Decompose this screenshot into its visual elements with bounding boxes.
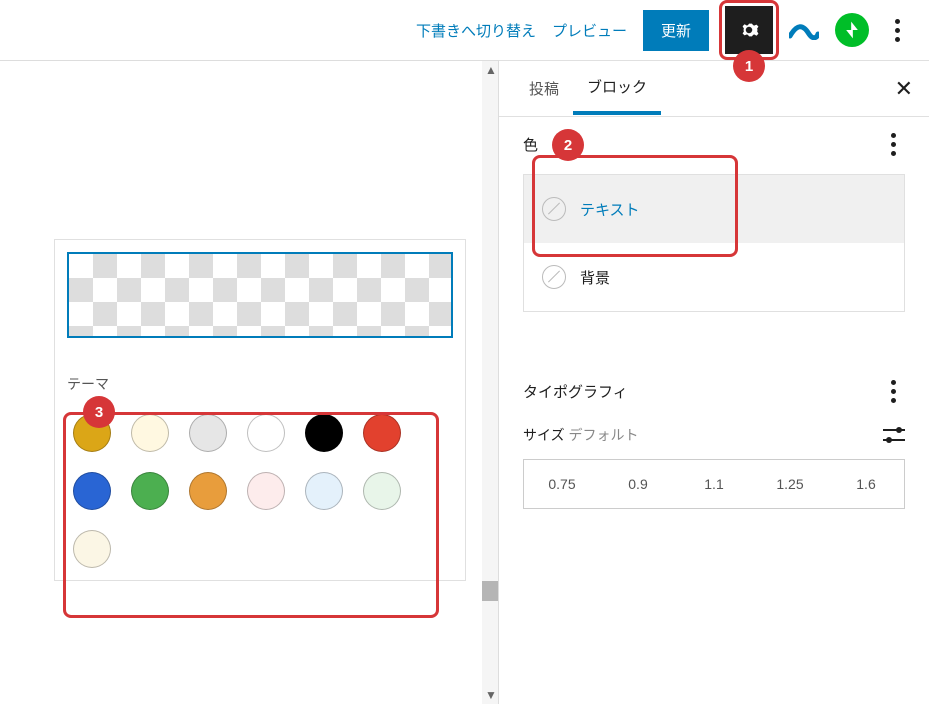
font-size-presets: 0.75 0.9 1.1 1.25 1.6 <box>523 459 905 509</box>
scroll-thumb[interactable] <box>482 581 498 601</box>
close-sidebar[interactable]: ✕ <box>895 76 913 102</box>
sliders-icon[interactable] <box>883 426 905 444</box>
annotation-3: 3 <box>83 396 115 428</box>
wave-icon <box>789 20 819 40</box>
theme-palette: 3 <box>67 414 453 568</box>
empty-color-icon <box>542 197 566 221</box>
update-button[interactable]: 更新 <box>643 10 709 51</box>
panel-typo-title: タイポグラフィ <box>523 381 628 402</box>
transparent-preview[interactable] <box>67 252 453 338</box>
color-options: 2 テキスト 背景 <box>523 174 905 312</box>
preset[interactable]: 1.6 <box>828 460 904 508</box>
tab-block[interactable]: ブロック <box>573 62 661 115</box>
preset[interactable]: 0.75 <box>524 460 600 508</box>
font-size-row: サイズ デフォルト <box>523 425 905 445</box>
panel-typo-header: タイポグラフィ <box>523 380 905 403</box>
more-options[interactable] <box>885 19 909 42</box>
sidebar-tabs: 投稿 ブロック ✕ <box>499 61 929 117</box>
panel-typography: タイポグラフィ サイズ デフォルト 0.75 0.9 1.1 1.25 1.6 <box>499 364 929 525</box>
theme-palette-label: テーマ <box>67 374 453 394</box>
settings-button[interactable] <box>725 6 773 54</box>
preset[interactable]: 1.1 <box>676 460 752 508</box>
typo-panel-more[interactable] <box>881 380 905 403</box>
canvas-scrollbar[interactable]: ▲ ▼ <box>482 61 498 704</box>
switch-to-draft[interactable]: 下書きへ切り替え <box>416 20 536 41</box>
editor-main: ▲ ▼ テーマ 3 投稿 ブロック ✕ <box>0 60 929 704</box>
gear-icon <box>736 17 762 43</box>
editor-canvas: ▲ ▼ テーマ 3 <box>0 60 499 704</box>
editor-topbar: 下書きへ切り替え プレビュー 更新 1 <box>0 0 929 60</box>
scroll-down-icon: ▼ <box>485 688 497 702</box>
color-panel-more[interactable] <box>881 133 905 156</box>
color-bg-label: 背景 <box>580 267 610 288</box>
settings-sidebar: 投稿 ブロック ✕ 色 2 テキスト 背景 タイポグラフィ サイズ デフォルト <box>499 60 929 704</box>
settings-button-wrap: 1 <box>725 6 773 54</box>
annotation-2: 2 <box>552 129 584 161</box>
color-popover: テーマ 3 <box>54 239 466 581</box>
bolt-icon <box>842 20 862 40</box>
annotation-1: 1 <box>733 50 765 82</box>
font-size-label: サイズ デフォルト <box>523 425 638 445</box>
color-bg-button[interactable]: 背景 <box>524 243 904 311</box>
color-text-button[interactable]: テキスト <box>524 175 904 243</box>
preset[interactable]: 0.9 <box>600 460 676 508</box>
jetpack-icon[interactable] <box>835 13 869 47</box>
color-text-label: テキスト <box>580 199 640 220</box>
tab-post[interactable]: 投稿 <box>515 64 573 113</box>
scroll-up-icon: ▲ <box>485 63 497 77</box>
panel-color-title: 色 <box>523 134 538 155</box>
empty-color-icon <box>542 265 566 289</box>
panel-color: 色 2 テキスト 背景 <box>499 117 929 328</box>
preset[interactable]: 1.25 <box>752 460 828 508</box>
annotation-box-3 <box>63 412 439 618</box>
preview-button[interactable]: プレビュー <box>552 20 627 41</box>
